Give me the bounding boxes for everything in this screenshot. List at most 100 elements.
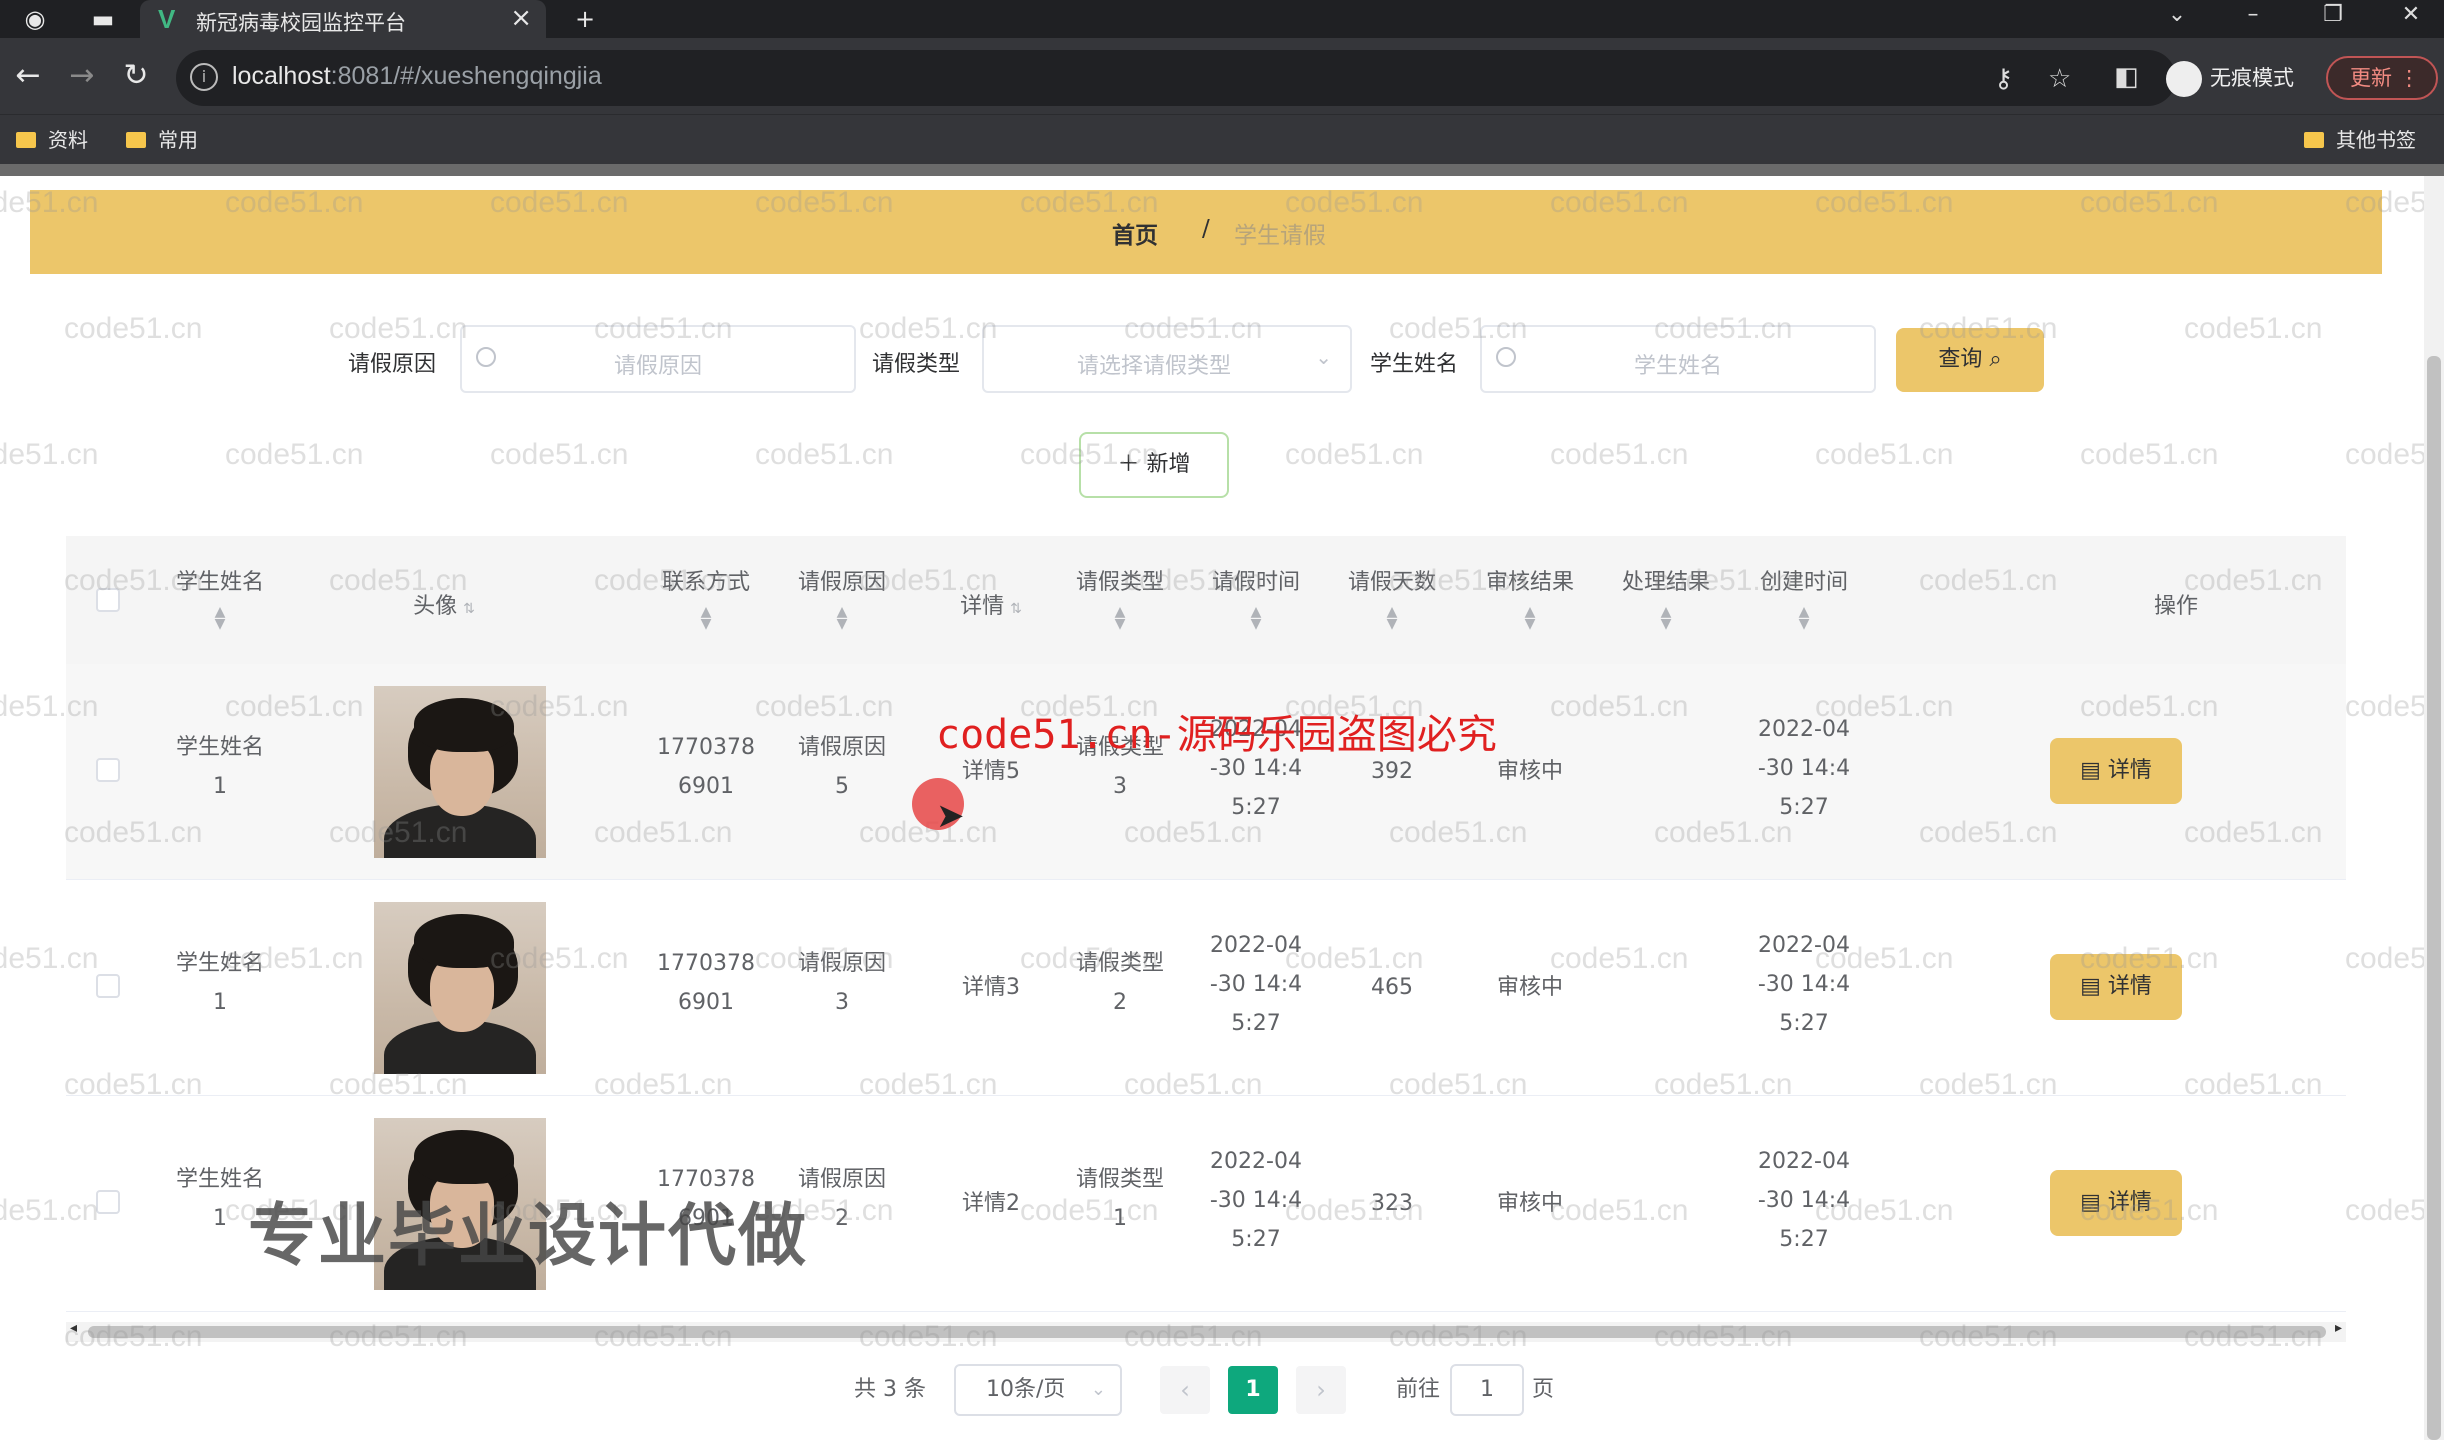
row-checkbox[interactable] bbox=[96, 758, 120, 782]
col-detail[interactable]: 详情 ⇅ bbox=[926, 588, 1056, 620]
vue-logo-icon: V bbox=[158, 4, 176, 34]
query-button[interactable]: 查询 ⌕ bbox=[1896, 328, 2044, 392]
cell-leave-days: 323 bbox=[1371, 1191, 1413, 1216]
reason-label: 请假原因 bbox=[348, 352, 437, 377]
table-horizontal-scrollbar[interactable]: ◂ ▸ bbox=[66, 1320, 2346, 1342]
cell-phone: 1770378 6901 bbox=[657, 735, 755, 799]
table-scrollbar-thumb[interactable] bbox=[88, 1326, 2326, 1338]
mouse-cursor-icon: ➤ bbox=[936, 796, 965, 836]
site-info-icon[interactable]: i bbox=[190, 63, 218, 91]
page-size-select[interactable]: 10条/页 ⌄ bbox=[954, 1364, 1122, 1416]
watermark-text: code51.cn bbox=[2345, 1194, 2424, 1227]
watermark-text: code51.cn bbox=[2345, 942, 2424, 975]
watermark-text: code51.cn bbox=[1815, 438, 1954, 471]
watermark-text: code51.cn bbox=[859, 312, 998, 345]
url-input[interactable]: i localhost:8081/#/xueshengqingjia ⚷ ☆ bbox=[176, 50, 2176, 106]
col-reason[interactable]: 请假原因 ▲ ▼ bbox=[782, 564, 902, 631]
minimize-icon[interactable]: – bbox=[2228, 0, 2278, 34]
col-leave-type[interactable]: 请假类型 ▲ ▼ bbox=[1060, 564, 1180, 631]
star-icon[interactable]: ☆ bbox=[2048, 64, 2071, 94]
page-scrollbar-thumb[interactable] bbox=[2427, 356, 2441, 1440]
col-phone[interactable]: 联系方式 ▲ ▼ bbox=[636, 564, 776, 631]
reload-icon[interactable]: ↻ bbox=[116, 58, 156, 98]
student-name-placeholder: 学生姓名 bbox=[1633, 354, 1722, 379]
back-icon[interactable]: ← bbox=[8, 58, 48, 98]
scroll-right-icon[interactable]: ▸ bbox=[2335, 1320, 2342, 1336]
col-student-name[interactable]: 学生姓名 ▲ ▼ bbox=[160, 564, 280, 631]
detail-button[interactable]: ▤ 详情 bbox=[2050, 738, 2182, 804]
reason-search-input[interactable]: 请假原因 bbox=[460, 325, 856, 393]
row-checkbox[interactable] bbox=[96, 1190, 120, 1214]
cell-created-time: 2022-04 -30 14:4 5:27 bbox=[1757, 1149, 1851, 1252]
sort-icon[interactable]: ▲ ▼ bbox=[160, 605, 280, 631]
bookmark-folder-ziliao[interactable]: 资料 bbox=[16, 123, 88, 157]
add-button[interactable]: ＋ 新增 bbox=[1079, 432, 1229, 498]
page-number-current[interactable]: 1 bbox=[1228, 1366, 1278, 1414]
close-window-icon[interactable]: ✕ bbox=[2386, 0, 2436, 34]
watermark-text: code51.cn bbox=[2345, 438, 2424, 471]
bookmark-folder-other[interactable]: 其他书签 bbox=[2304, 123, 2416, 157]
sort-icon[interactable]: ▲ ▼ bbox=[1332, 605, 1452, 631]
sort-icon[interactable]: ▲ ▼ bbox=[782, 605, 902, 631]
watermark-text: code51.cn bbox=[64, 312, 203, 345]
row-checkbox[interactable] bbox=[96, 974, 120, 998]
col-audit-result[interactable]: 审核结果 ▲ ▼ bbox=[1470, 564, 1590, 631]
scroll-left-icon[interactable]: ◂ bbox=[70, 1320, 77, 1336]
prev-page-button[interactable]: ‹ bbox=[1160, 1366, 1210, 1414]
col-leave-time[interactable]: 请假时间 ▲ ▼ bbox=[1196, 564, 1316, 631]
cell-reason: 请假原因 3 bbox=[797, 951, 886, 1015]
breadcrumb-current: 学生请假 bbox=[1234, 223, 1326, 249]
restore-icon[interactable]: ❐ bbox=[2308, 0, 2358, 34]
next-page-button[interactable]: › bbox=[1296, 1366, 1346, 1414]
detail-button[interactable]: ▤ 详情 bbox=[2050, 1170, 2182, 1236]
tab-close-icon[interactable]: × bbox=[510, 3, 532, 33]
search-icon: ⌕ bbox=[1989, 347, 2002, 372]
student-name-search-input[interactable]: 学生姓名 bbox=[1480, 325, 1876, 393]
sort-icon[interactable]: ▲ ▼ bbox=[1060, 605, 1180, 631]
tab-list-chevron-icon[interactable]: ⌄ bbox=[2152, 0, 2202, 34]
sort-icon[interactable]: ▲ ▼ bbox=[1196, 605, 1316, 631]
sort-icon[interactable]: ▲ ▼ bbox=[1606, 605, 1726, 631]
update-button[interactable]: 更新 ⋮ bbox=[2326, 56, 2438, 100]
sort-icon[interactable]: ▲ ▼ bbox=[1744, 605, 1864, 631]
bookmarks-bar: 资料 常用 其他书签 bbox=[0, 114, 2444, 164]
tab-search-icon[interactable]: ▬ bbox=[88, 4, 118, 34]
goto-suffix: 页 bbox=[1532, 1377, 1555, 1402]
col-process-result[interactable]: 处理结果 ▲ ▼ bbox=[1606, 564, 1726, 631]
type-select[interactable]: 请选择请假类型 ⌄ bbox=[982, 325, 1352, 393]
sort-icon[interactable]: ▲ ▼ bbox=[1470, 605, 1590, 631]
watermark-text: code51.cn bbox=[755, 438, 894, 471]
sidebar-icon[interactable]: ◧ bbox=[2114, 62, 2139, 92]
watermark-text: code51.cn bbox=[2345, 690, 2424, 723]
goto-prefix: 前往 bbox=[1396, 1377, 1441, 1402]
browser-menu-icon[interactable]: ◉ bbox=[20, 4, 50, 34]
chevron-down-icon: ⌄ bbox=[1315, 345, 1332, 369]
cell-leave-type: 请假类型 1 bbox=[1075, 1167, 1164, 1231]
page-scrollbar[interactable] bbox=[2424, 176, 2444, 1440]
col-leave-days[interactable]: 请假天数 ▲ ▼ bbox=[1332, 564, 1452, 631]
forward-icon[interactable]: → bbox=[62, 58, 102, 98]
avatar-image bbox=[374, 902, 546, 1074]
goto-page-input[interactable]: 1 bbox=[1450, 1364, 1524, 1416]
select-all-checkbox[interactable] bbox=[96, 588, 120, 612]
new-tab-icon[interactable]: + bbox=[570, 4, 600, 34]
breadcrumb-home[interactable]: 首页 bbox=[1112, 216, 1158, 250]
cell-leave-time: 2022-04 -30 14:4 5:27 bbox=[1209, 933, 1303, 1036]
key-icon[interactable]: ⚷ bbox=[1994, 64, 2013, 94]
sort-icon[interactable]: ⇅ bbox=[1010, 601, 1022, 617]
incognito-indicator[interactable]: 无痕模式 bbox=[2166, 58, 2316, 98]
col-created-time[interactable]: 创建时间 ▲ ▼ bbox=[1744, 564, 1864, 631]
cell-student-name: 学生姓名 1 bbox=[175, 951, 264, 1015]
col-actions: 操作 bbox=[2153, 594, 2198, 619]
cell-audit-result: 审核中 bbox=[1496, 975, 1563, 1000]
watermark-text: code51.cn bbox=[1550, 438, 1689, 471]
browser-tab-active[interactable]: V 新冠病毒校园监控平台 × bbox=[140, 0, 546, 38]
sort-icon[interactable]: ▲ ▼ bbox=[636, 605, 776, 631]
col-avatar[interactable]: 头像 ⇅ bbox=[344, 588, 544, 620]
sort-icon[interactable]: ⇅ bbox=[463, 601, 475, 617]
top-nav-strip bbox=[0, 164, 2444, 176]
address-bar: ← → ↻ i localhost:8081/#/xueshengqingjia… bbox=[0, 38, 2444, 118]
detail-button[interactable]: ▤ 详情 bbox=[2050, 954, 2182, 1020]
cell-student-name: 学生姓名 1 bbox=[175, 735, 264, 799]
bookmark-folder-changyong[interactable]: 常用 bbox=[126, 123, 198, 157]
